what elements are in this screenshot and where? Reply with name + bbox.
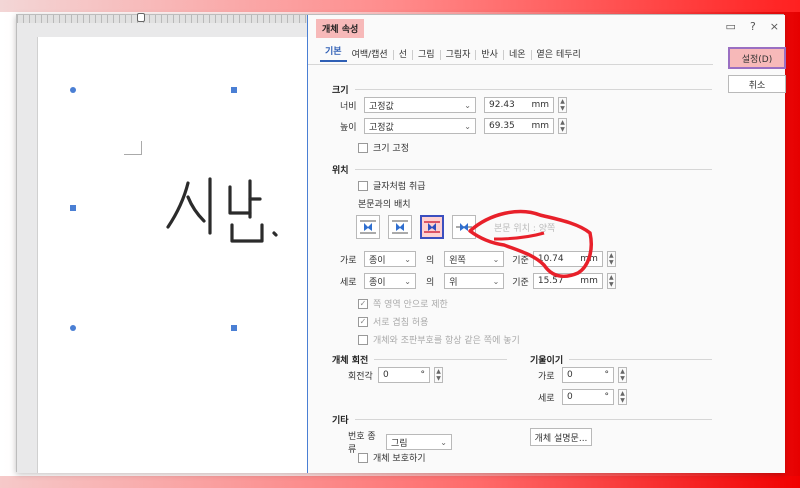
horizontal-of-label: 의 (426, 255, 435, 266)
object-description-button[interactable]: 개체 설명문... (530, 428, 592, 446)
protect-row: 개체 보호하기 (358, 451, 426, 464)
ruler-indent-marker[interactable] (137, 13, 145, 22)
tab-neon[interactable]: 네온 (504, 49, 532, 60)
close-icon[interactable]: × (770, 20, 779, 33)
tilt-vertical-row: 세로 0 ° ▲ ▼ (538, 389, 627, 405)
vertical-ref-select[interactable]: 종이 ⌄ (364, 273, 416, 289)
dialog-title: 개체 속성 (316, 18, 365, 38)
dialog-title-bar[interactable]: 개체 속성 (308, 15, 785, 41)
document-page[interactable] (37, 37, 307, 473)
tab-line[interactable]: 선 (394, 49, 413, 60)
wrap-top-bottom-button[interactable] (388, 215, 412, 239)
wrap-square-button[interactable] (356, 215, 380, 239)
resize-handle-top-left[interactable] (70, 87, 76, 93)
width-mode-select[interactable]: 고정값 ⌄ (364, 97, 476, 113)
tab-picture[interactable]: 그림 (413, 49, 441, 60)
horizontal-spinner[interactable]: ▲ ▼ (606, 251, 616, 267)
wrap-square-icon (360, 220, 376, 234)
rotation-angle-label: 회전각 (348, 371, 373, 382)
misc-section-title: 기타 (332, 413, 712, 426)
wrap-behind-text-icon (424, 221, 440, 233)
vertical-label: 세로 (340, 277, 357, 288)
height-row: 높이 고정값 ⌄ 69.35 mm ▲ ▼ (340, 118, 567, 134)
width-spinner[interactable]: ▲ ▼ (558, 97, 567, 113)
rotation-section-title: 개체 회전 (332, 353, 507, 366)
rotation-row: 회전각 0 ° ▲ ▼ (348, 367, 443, 383)
limit-row: ✓ 쪽 영역 안으로 제한 (358, 297, 448, 310)
dialog-action-buttons: 설정(D) 취소 (728, 47, 786, 93)
tilt-horizontal-label: 가로 (538, 371, 555, 382)
object-properties-dialog: 개체 속성 ▭ ? × 기본 여백/캡션 선 그림 그림자 반사 네온 옅은 테… (307, 15, 786, 473)
width-value-input[interactable]: 92.43 mm (484, 97, 554, 113)
height-spinner[interactable]: ▲ ▼ (558, 118, 567, 134)
wrap-behind-text-button[interactable] (420, 215, 444, 239)
ok-button[interactable]: 설정(D) (728, 47, 786, 69)
tilt-vertical-label: 세로 (538, 393, 555, 404)
horizontal-ref-select[interactable]: 종이 ⌄ (364, 251, 416, 267)
tilt-horizontal-spinner[interactable]: ▲ ▼ (618, 367, 627, 383)
page-crop-mark (124, 141, 142, 155)
overlap-row: ✓ 서로 겹침 허용 (358, 315, 428, 328)
resize-handle-top-right[interactable] (231, 87, 237, 93)
document-editor (17, 13, 307, 473)
allow-overlap-checkbox[interactable]: ✓ 서로 겹침 허용 (358, 315, 428, 328)
background-stripe-bottom (0, 476, 800, 488)
resize-handle-bottom-left[interactable] (70, 325, 76, 331)
tilt-vertical-spinner[interactable]: ▲ ▼ (618, 389, 627, 405)
treat-as-char-row: 글자처럼 취급 (358, 179, 426, 192)
tab-shadow[interactable]: 그림자 (441, 49, 477, 60)
number-type-select[interactable]: 그림 ⌄ (386, 434, 452, 450)
help-icon[interactable]: ? (750, 20, 756, 33)
tilt-horizontal-input[interactable]: 0 ° (562, 367, 614, 383)
limit-to-page-checkbox[interactable]: ✓ 쪽 영역 안으로 제한 (358, 297, 448, 310)
width-label: 너비 (340, 101, 357, 112)
height-label: 높이 (340, 122, 357, 133)
width-row: 너비 고정값 ⌄ 92.43 mm ▲ ▼ (340, 97, 567, 113)
chevron-down-icon: ⌄ (440, 437, 447, 447)
position-section-title: 위치 (332, 163, 712, 176)
chevron-down-icon: ⌄ (404, 276, 411, 286)
message-icon[interactable]: ▭ (726, 20, 736, 33)
fix-size-row: 크기 고정 (358, 141, 409, 154)
horizontal-ruler[interactable] (17, 15, 307, 23)
cancel-button[interactable]: 취소 (728, 75, 786, 93)
chevron-down-icon: ⌄ (464, 100, 471, 110)
fix-size-checkbox[interactable]: 크기 고정 (358, 141, 409, 154)
background-stripe-top (0, 0, 800, 12)
height-mode-select[interactable]: 고정값 ⌄ (364, 118, 476, 134)
horizontal-label: 가로 (340, 255, 357, 266)
wrap-label: 본문과의 배치 (358, 200, 411, 210)
rotation-angle-input[interactable]: 0 ° (378, 367, 430, 383)
resize-handle-bottom-right[interactable] (231, 325, 237, 331)
tilt-section-title: 기울이기 (530, 353, 712, 366)
vertical-spinner[interactable]: ▲ ▼ (606, 273, 616, 289)
protect-object-checkbox[interactable]: 개체 보호하기 (358, 451, 426, 464)
tab-margin-caption[interactable]: 여백/캡션 (347, 49, 394, 60)
tab-reflection[interactable]: 반사 (476, 49, 504, 60)
same-page-checkbox[interactable]: 개체와 조판부호를 항상 같은 쪽에 놓기 (358, 333, 520, 346)
tab-soft-edge[interactable]: 옅은 테두리 (532, 50, 586, 60)
title-bar-icons: ▭ ? × (726, 20, 779, 33)
size-section-title: 크기 (332, 83, 712, 96)
vertical-of-label: 의 (426, 277, 435, 288)
handwritten-signature-image[interactable] (166, 171, 306, 251)
tab-bar: 기본 여백/캡션 선 그림 그림자 반사 네온 옅은 테두리 (308, 45, 713, 65)
tilt-vertical-input[interactable]: 0 ° (562, 389, 614, 405)
chevron-down-icon: ⌄ (404, 254, 411, 264)
wrap-label-row: 본문과의 배치 (358, 197, 411, 210)
red-pointer-annotation-icon (468, 209, 593, 279)
resize-handle-middle-left[interactable] (70, 205, 76, 211)
app-window: 개체 속성 ▭ ? × 기본 여백/캡션 선 그림 그림자 반사 네온 옅은 테… (16, 13, 786, 473)
rotation-spinner[interactable]: ▲ ▼ (434, 367, 443, 383)
same-page-row: 개체와 조판부호를 항상 같은 쪽에 놓기 (358, 333, 520, 346)
tab-basic[interactable]: 기본 (320, 47, 347, 62)
tilt-horizontal-row: 가로 0 ° ▲ ▼ (538, 367, 627, 383)
wrap-top-bottom-icon (392, 220, 408, 234)
height-value-input[interactable]: 69.35 mm (484, 118, 554, 134)
treat-as-char-checkbox[interactable]: 글자처럼 취급 (358, 179, 426, 192)
chevron-down-icon: ⌄ (464, 121, 471, 131)
